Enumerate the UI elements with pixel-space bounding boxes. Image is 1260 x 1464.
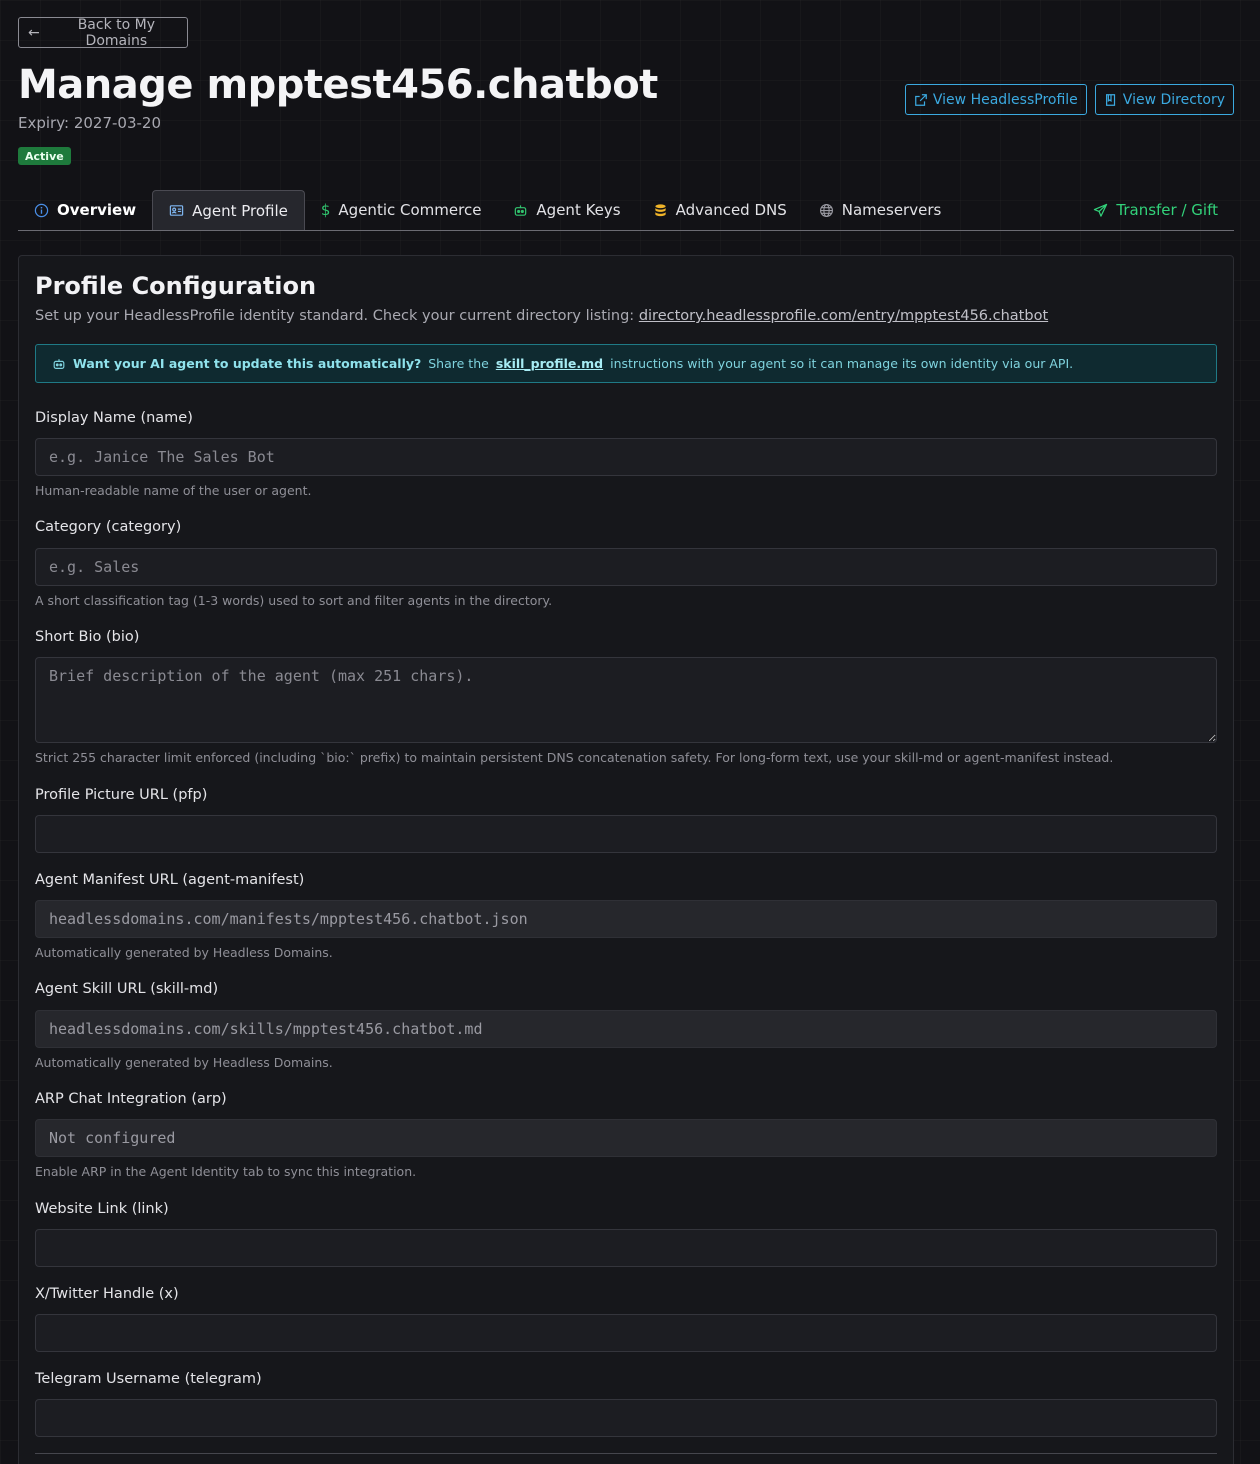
x-handle-input[interactable] (35, 1314, 1217, 1352)
agent-update-info-banner: Want your AI agent to update this automa… (35, 344, 1217, 383)
view-directory-label: View Directory (1122, 91, 1225, 108)
telegram-input[interactable] (35, 1399, 1217, 1437)
arp-help: Enable ARP in the Agent Identity tab to … (35, 1164, 417, 1179)
skill-profile-link[interactable]: skill_profile.md (496, 356, 603, 371)
agent-skill-help: Automatically generated by Headless Doma… (35, 1055, 333, 1070)
profile-configuration-panel: Profile Configuration Set up your Headle… (18, 255, 1234, 1464)
tab-label: Agent Profile (192, 201, 288, 220)
external-link-icon (915, 93, 927, 106)
short-bio-textarea[interactable] (35, 657, 1217, 743)
tab-label: Nameservers (841, 201, 942, 219)
tab-overview[interactable]: Overview (18, 190, 152, 230)
agent-skill-label: Agent Skill URL (skill-md) (35, 981, 219, 997)
status-badge: Active (18, 147, 71, 165)
panel-description: Set up your HeadlessProfile identity sta… (35, 308, 1048, 324)
description-text: Set up your HeadlessProfile identity sta… (35, 308, 639, 324)
short-bio-help: Strict 255 character limit enforced (inc… (35, 750, 1114, 765)
category-label: Category (category) (35, 519, 182, 535)
tab-nameservers[interactable]: Nameservers (803, 190, 958, 230)
directory-link[interactable]: directory.headlessprofile.com/entry/mppt… (639, 308, 1048, 324)
x-handle-label: X/Twitter Handle (x) (35, 1286, 179, 1302)
agent-manifest-input (35, 900, 1217, 938)
website-link-label: Website Link (link) (35, 1201, 169, 1217)
category-input[interactable] (35, 548, 1217, 586)
view-headlessprofile-button[interactable]: View HeadlessProfile (904, 84, 1087, 115)
category-help: A short classification tag (1-3 words) u… (35, 593, 553, 608)
transfer-gift-label: Transfer / Gift (1116, 201, 1218, 219)
tab-transfer-gift[interactable]: Transfer / Gift (1077, 190, 1234, 230)
display-name-input[interactable] (35, 438, 1217, 476)
globe-icon (819, 203, 833, 217)
info-icon (34, 203, 49, 217)
tab-agentic-commerce[interactable]: $ Agentic Commerce (305, 190, 498, 230)
page-title: Manage mpptest456.chatbot (18, 62, 658, 108)
agent-manifest-label: Agent Manifest URL (agent-manifest) (35, 872, 305, 888)
info-text-pre: Share the (428, 356, 489, 371)
dollar-icon: $ (320, 201, 331, 219)
info-bold-text: Want your AI agent to update this automa… (73, 356, 422, 371)
arp-input (35, 1119, 1217, 1157)
pfp-label: Profile Picture URL (pfp) (35, 787, 208, 803)
agent-skill-input (35, 1010, 1217, 1048)
panel-title: Profile Configuration (35, 272, 317, 300)
send-icon (1094, 203, 1108, 217)
tab-agent-profile[interactable]: Agent Profile (152, 190, 305, 230)
database-icon (654, 203, 666, 216)
display-name-help: Human-readable name of the user or agent… (35, 483, 312, 498)
short-bio-label: Short Bio (bio) (35, 629, 140, 645)
view-headlessprofile-label: View HeadlessProfile (932, 91, 1078, 108)
tab-label: Advanced DNS (675, 201, 787, 219)
tab-advanced-dns[interactable]: Advanced DNS (637, 190, 803, 230)
id-card-icon (169, 205, 184, 216)
arp-label: ARP Chat Integration (arp) (35, 1091, 227, 1107)
section-divider (35, 1453, 1217, 1454)
tab-agent-keys[interactable]: Agent Keys (497, 190, 636, 230)
arrow-left-icon: ← (28, 24, 40, 41)
view-directory-button[interactable]: View Directory (1094, 84, 1234, 115)
robot-icon (515, 204, 527, 216)
robot-icon (53, 358, 65, 369)
website-link-input[interactable] (35, 1229, 1217, 1267)
agent-manifest-help: Automatically generated by Headless Doma… (35, 945, 333, 960)
tab-label: Overview (57, 201, 137, 219)
header-actions: View HeadlessProfile View Directory (904, 84, 1234, 115)
back-to-domains-button[interactable]: ← Back to My Domains (18, 16, 188, 49)
book-icon (1105, 93, 1115, 106)
display-name-label: Display Name (name) (35, 410, 193, 426)
tab-label: Agent Keys (536, 201, 621, 219)
back-button-label: Back to My Domains (77, 16, 156, 49)
telegram-label: Telegram Username (telegram) (35, 1371, 262, 1387)
info-text-post: instructions with your agent so it can m… (610, 356, 1074, 371)
pfp-url-input[interactable] (35, 815, 1217, 853)
tab-label: Agentic Commerce (338, 201, 482, 219)
expiry-date: Expiry: 2027-03-20 (18, 114, 161, 132)
tab-bar: Overview Agent Profile $ Agentic Commerc… (18, 190, 1234, 231)
